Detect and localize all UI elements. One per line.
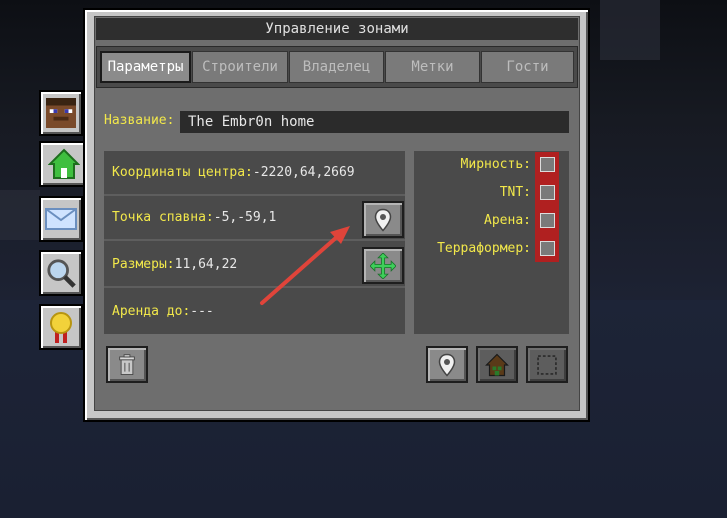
background-structure [0,190,40,240]
trash-can-icon [119,353,135,375]
tab-bar: Параметры Строители Владелец Метки Гости [96,46,578,88]
tab-builders[interactable]: Строители [192,51,288,83]
map-pin-icon [374,208,392,232]
side-tab-awards[interactable] [39,304,83,350]
player-head-icon [46,98,76,128]
flag-terraformer-label: Терраформер: [437,241,531,256]
spawn-point-label: Точка спавна: [112,210,214,225]
zone-name-input[interactable]: The Embr0n home [180,111,569,133]
move-arrows-icon [370,252,396,279]
flag-tnt-label: TNT: [499,185,531,200]
select-area-button[interactable] [526,346,568,383]
side-tab-zones[interactable] [39,141,87,187]
size-value: 11,64,22 [174,257,238,272]
flag-terraformer-checkbox[interactable] [540,241,555,256]
home-button[interactable] [476,346,518,383]
map-pin-icon [438,353,456,377]
size-label: Размеры: [112,257,175,272]
envelope-icon [45,208,77,230]
set-spawn-button[interactable] [362,201,404,238]
rent-row: Аренда до: --- [104,289,405,334]
flag-tnt-checkbox[interactable] [540,185,555,200]
flag-peaceful-label: Мирность: [460,157,531,172]
rent-label: Аренда до: [112,304,191,319]
house-icon [48,148,80,179]
medal-icon [50,312,72,343]
background-structure [600,0,660,60]
magnifier-icon [47,259,76,288]
tab-owner[interactable]: Владелец [289,51,384,83]
size-row: Размеры: 11,64,22 [104,243,405,288]
flag-peaceful-checkbox[interactable] [540,157,555,172]
selection-frame-icon [537,354,557,375]
zone-info-panel: Координаты центра: -2220,64,2669 Точка с… [104,151,405,334]
window-title: Управление зонами [96,18,578,40]
tab-guests[interactable]: Гости [481,51,574,83]
spawn-point-row: Точка спавна: -5,-59,1 [104,196,405,241]
rent-value: --- [190,304,214,319]
flag-arena-checkbox[interactable] [540,213,555,228]
house-icon [485,353,509,376]
name-label: Название: [104,113,175,128]
tab-marks[interactable]: Метки [385,51,480,83]
center-coords-label: Координаты центра: [112,165,253,180]
delete-zone-button[interactable] [106,346,148,383]
center-coords-row: Координаты центра: -2220,64,2669 [104,151,405,196]
spawn-point-value: -5,-59,1 [213,210,277,225]
center-coords-value: -2220,64,2669 [252,165,355,180]
tab-parameters[interactable]: Параметры [100,51,191,83]
side-tab-mail[interactable] [39,196,83,242]
side-tab-player[interactable] [39,90,83,136]
resize-zone-button[interactable] [362,247,404,284]
flag-arena-label: Арена: [484,213,531,228]
teleport-button[interactable] [426,346,468,383]
side-tab-search[interactable] [39,250,83,296]
